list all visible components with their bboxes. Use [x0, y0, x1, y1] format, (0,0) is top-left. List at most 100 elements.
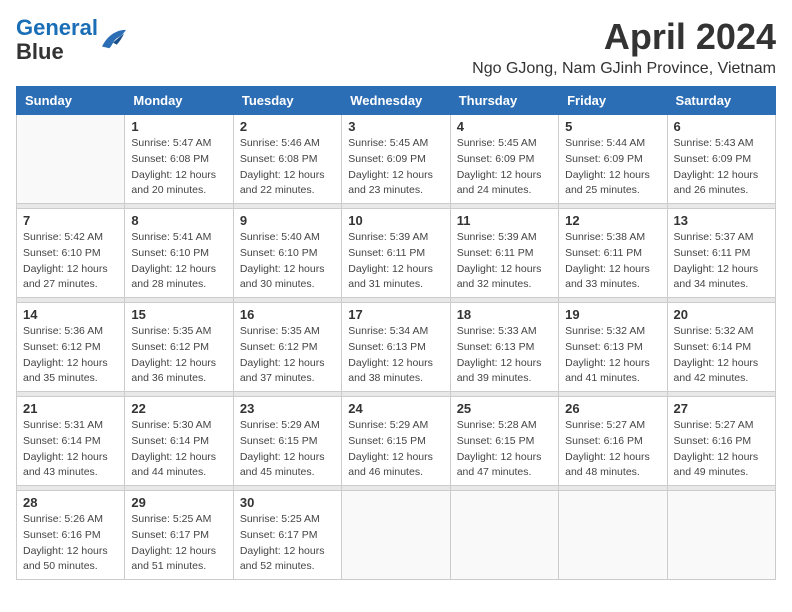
calendar-cell: 29 Sunrise: 5:25 AMSunset: 6:17 PMDayligh… — [125, 491, 233, 580]
subtitle: Ngo GJong, Nam GJinh Province, Vietnam — [472, 60, 776, 78]
calendar-cell: 14 Sunrise: 5:36 AMSunset: 6:12 PMDayligh… — [17, 303, 125, 392]
day-number: 25 — [457, 401, 552, 416]
day-number: 21 — [23, 401, 118, 416]
day-detail: Sunrise: 5:31 AMSunset: 6:14 PMDaylight:… — [23, 418, 118, 481]
day-detail: Sunrise: 5:27 AMSunset: 6:16 PMDaylight:… — [674, 418, 769, 481]
day-detail: Sunrise: 5:27 AMSunset: 6:16 PMDaylight:… — [565, 418, 660, 481]
day-detail: Sunrise: 5:35 AMSunset: 6:12 PMDaylight:… — [240, 324, 335, 387]
calendar-cell: 1 Sunrise: 5:47 AMSunset: 6:08 PMDaylight… — [125, 115, 233, 204]
calendar-cell: 15 Sunrise: 5:35 AMSunset: 6:12 PMDayligh… — [125, 303, 233, 392]
day-number: 26 — [565, 401, 660, 416]
calendar-cell: 16Sunrise: 5:35 AMSunset: 6:12 PMDayligh… — [233, 303, 341, 392]
day-number: 19 — [565, 307, 660, 322]
calendar-week-row: 7 Sunrise: 5:42 AMSunset: 6:10 PMDaylight… — [17, 209, 776, 298]
calendar-cell: 30 Sunrise: 5:25 AMSunset: 6:17 PMDayligh… — [233, 491, 341, 580]
calendar-cell: 21 Sunrise: 5:31 AMSunset: 6:14 PMDayligh… — [17, 397, 125, 486]
day-number: 17 — [348, 307, 443, 322]
day-number: 10 — [348, 213, 443, 228]
calendar-cell: 22 Sunrise: 5:30 AMSunset: 6:14 PMDayligh… — [125, 397, 233, 486]
title-block: April 2024 Ngo GJong, Nam GJinh Province… — [472, 16, 776, 78]
calendar-cell: 19Sunrise: 5:32 AMSunset: 6:13 PMDayligh… — [559, 303, 667, 392]
day-detail: Sunrise: 5:40 AMSunset: 6:10 PMDaylight:… — [240, 230, 335, 293]
calendar-cell: 23Sunrise: 5:29 AMSunset: 6:15 PMDayligh… — [233, 397, 341, 486]
logo: GeneralBlue — [16, 16, 128, 64]
logo-bird-icon — [100, 28, 128, 52]
day-detail: Sunrise: 5:38 AMSunset: 6:11 PMDaylight:… — [565, 230, 660, 293]
calendar-cell: 4Sunrise: 5:45 AMSunset: 6:09 PMDaylight… — [450, 115, 558, 204]
calendar-cell — [17, 115, 125, 204]
calendar-cell — [559, 491, 667, 580]
calendar-cell: 9 Sunrise: 5:40 AMSunset: 6:10 PMDaylight… — [233, 209, 341, 298]
day-detail: Sunrise: 5:25 AMSunset: 6:17 PMDaylight:… — [240, 512, 335, 575]
day-detail: Sunrise: 5:28 AMSunset: 6:15 PMDaylight:… — [457, 418, 552, 481]
day-number: 2 — [240, 119, 335, 134]
day-number: 5 — [565, 119, 660, 134]
day-number: 7 — [23, 213, 118, 228]
calendar-cell: 11 Sunrise: 5:39 AMSunset: 6:11 PMDayligh… — [450, 209, 558, 298]
day-number: 8 — [131, 213, 226, 228]
day-number: 27 — [674, 401, 769, 416]
day-detail: Sunrise: 5:30 AMSunset: 6:14 PMDaylight:… — [131, 418, 226, 481]
day-detail: Sunrise: 5:46 AMSunset: 6:08 PMDaylight:… — [240, 136, 335, 199]
page-header: GeneralBlue April 2024 Ngo GJong, Nam GJ… — [16, 16, 776, 78]
calendar-week-row: 1 Sunrise: 5:47 AMSunset: 6:08 PMDaylight… — [17, 115, 776, 204]
calendar-cell: 24 Sunrise: 5:29 AMSunset: 6:15 PMDayligh… — [342, 397, 450, 486]
day-number: 20 — [674, 307, 769, 322]
day-detail: Sunrise: 5:37 AMSunset: 6:11 PMDaylight:… — [674, 230, 769, 293]
day-detail: Sunrise: 5:25 AMSunset: 6:17 PMDaylight:… — [131, 512, 226, 575]
day-number: 24 — [348, 401, 443, 416]
day-number: 15 — [131, 307, 226, 322]
day-number: 9 — [240, 213, 335, 228]
calendar-cell: 26 Sunrise: 5:27 AMSunset: 6:16 PMDayligh… — [559, 397, 667, 486]
calendar-cell — [450, 491, 558, 580]
day-detail: Sunrise: 5:42 AMSunset: 6:10 PMDaylight:… — [23, 230, 118, 293]
weekday-header-wednesday: Wednesday — [342, 87, 450, 115]
calendar-cell: 2 Sunrise: 5:46 AMSunset: 6:08 PMDaylight… — [233, 115, 341, 204]
weekday-header-friday: Friday — [559, 87, 667, 115]
day-number: 22 — [131, 401, 226, 416]
calendar-cell: 25 Sunrise: 5:28 AMSunset: 6:15 PMDayligh… — [450, 397, 558, 486]
calendar-cell: 7 Sunrise: 5:42 AMSunset: 6:10 PMDaylight… — [17, 209, 125, 298]
day-number: 28 — [23, 495, 118, 510]
day-number: 1 — [131, 119, 226, 134]
weekday-header-monday: Monday — [125, 87, 233, 115]
calendar-week-row: 28 Sunrise: 5:26 AMSunset: 6:16 PMDayligh… — [17, 491, 776, 580]
day-number: 3 — [348, 119, 443, 134]
day-number: 30 — [240, 495, 335, 510]
calendar-cell: 3 Sunrise: 5:45 AMSunset: 6:09 PMDaylight… — [342, 115, 450, 204]
calendar-week-row: 21 Sunrise: 5:31 AMSunset: 6:14 PMDayligh… — [17, 397, 776, 486]
day-number: 6 — [674, 119, 769, 134]
day-detail: Sunrise: 5:29 AMSunset: 6:15 PMDaylight:… — [348, 418, 443, 481]
day-number: 29 — [131, 495, 226, 510]
calendar-cell: 8 Sunrise: 5:41 AMSunset: 6:10 PMDaylight… — [125, 209, 233, 298]
calendar-cell: 6 Sunrise: 5:43 AMSunset: 6:09 PMDaylight… — [667, 115, 775, 204]
calendar-cell — [342, 491, 450, 580]
calendar-cell: 12Sunrise: 5:38 AMSunset: 6:11 PMDayligh… — [559, 209, 667, 298]
calendar-cell: 28 Sunrise: 5:26 AMSunset: 6:16 PMDayligh… — [17, 491, 125, 580]
day-detail: Sunrise: 5:39 AMSunset: 6:11 PMDaylight:… — [457, 230, 552, 293]
day-number: 14 — [23, 307, 118, 322]
weekday-header-tuesday: Tuesday — [233, 87, 341, 115]
day-detail: Sunrise: 5:45 AMSunset: 6:09 PMDaylight:… — [457, 136, 552, 199]
day-detail: Sunrise: 5:26 AMSunset: 6:16 PMDaylight:… — [23, 512, 118, 575]
logo-text: GeneralBlue — [16, 16, 98, 64]
day-number: 23 — [240, 401, 335, 416]
weekday-header-thursday: Thursday — [450, 87, 558, 115]
day-detail: Sunrise: 5:43 AMSunset: 6:09 PMDaylight:… — [674, 136, 769, 199]
calendar-cell: 17 Sunrise: 5:34 AMSunset: 6:13 PMDayligh… — [342, 303, 450, 392]
day-detail: Sunrise: 5:39 AMSunset: 6:11 PMDaylight:… — [348, 230, 443, 293]
day-detail: Sunrise: 5:33 AMSunset: 6:13 PMDaylight:… — [457, 324, 552, 387]
day-detail: Sunrise: 5:45 AMSunset: 6:09 PMDaylight:… — [348, 136, 443, 199]
calendar-cell: 13Sunrise: 5:37 AMSunset: 6:11 PMDayligh… — [667, 209, 775, 298]
day-detail: Sunrise: 5:32 AMSunset: 6:14 PMDaylight:… — [674, 324, 769, 387]
day-number: 11 — [457, 213, 552, 228]
day-detail: Sunrise: 5:47 AMSunset: 6:08 PMDaylight:… — [131, 136, 226, 199]
calendar-cell — [667, 491, 775, 580]
day-detail: Sunrise: 5:35 AMSunset: 6:12 PMDaylight:… — [131, 324, 226, 387]
day-detail: Sunrise: 5:44 AMSunset: 6:09 PMDaylight:… — [565, 136, 660, 199]
day-detail: Sunrise: 5:34 AMSunset: 6:13 PMDaylight:… — [348, 324, 443, 387]
main-title: April 2024 — [472, 16, 776, 58]
calendar-table: SundayMondayTuesdayWednesdayThursdayFrid… — [16, 86, 776, 580]
day-detail: Sunrise: 5:36 AMSunset: 6:12 PMDaylight:… — [23, 324, 118, 387]
day-detail: Sunrise: 5:41 AMSunset: 6:10 PMDaylight:… — [131, 230, 226, 293]
